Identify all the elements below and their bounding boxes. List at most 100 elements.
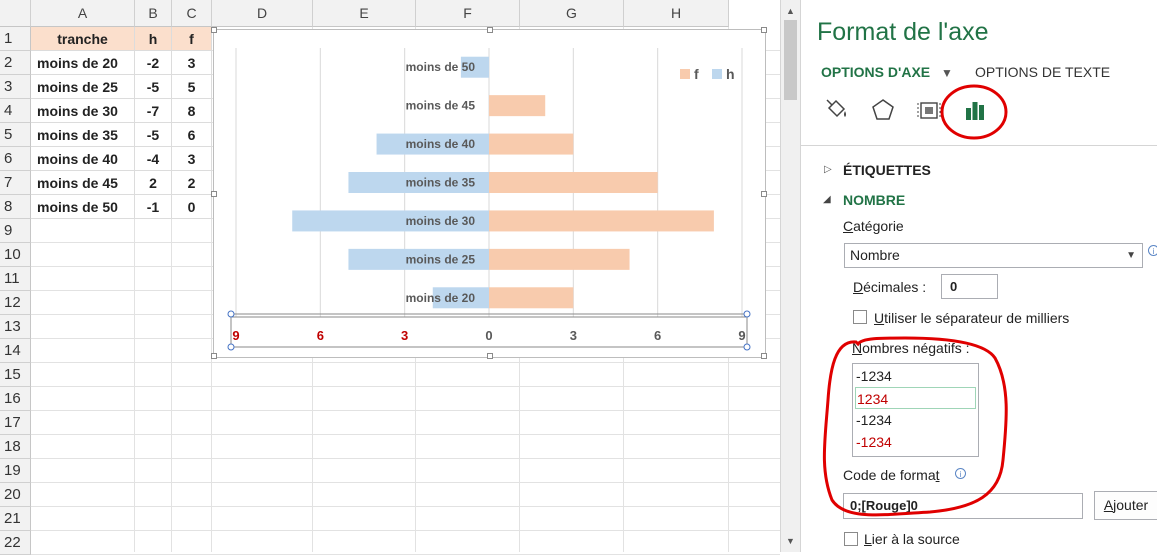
row-header-22[interactable]: 22 (0, 531, 31, 555)
row-header-6[interactable]: 6 (0, 147, 31, 171)
chart-resize-handle[interactable] (761, 353, 767, 359)
data-cell[interactable]: -1 (135, 195, 172, 219)
row-header-17[interactable]: 17 (0, 411, 31, 435)
data-cell[interactable]: moins de 50 (31, 195, 135, 219)
column-header-g[interactable]: G (520, 0, 624, 27)
row-header-5[interactable]: 5 (0, 123, 31, 147)
column-header-d[interactable]: D (212, 0, 313, 27)
row-header-7[interactable]: 7 (0, 171, 31, 195)
row-header-1[interactable]: 1 (0, 27, 31, 51)
data-cell[interactable]: moins de 30 (31, 99, 135, 123)
data-cell[interactable]: -5 (135, 123, 172, 147)
column-header-e[interactable]: E (313, 0, 416, 27)
data-cell[interactable]: 2 (172, 171, 212, 195)
data-cell[interactable]: -2 (135, 51, 172, 75)
chevron-expanded-icon[interactable]: ◢ (823, 194, 831, 205)
link-source-label[interactable]: Lier à la source (864, 531, 960, 547)
row-header-18[interactable]: 18 (0, 435, 31, 459)
dropdown-arrow-icon[interactable]: ▼ (1126, 244, 1136, 267)
fill-line-icon[interactable] (823, 96, 851, 124)
chart-resize-handle[interactable] (211, 191, 217, 197)
data-cell[interactable]: 3 (172, 147, 212, 171)
row-header-16[interactable]: 16 (0, 387, 31, 411)
row-gridline (31, 458, 780, 459)
negative-format-option[interactable]: -1234 (855, 431, 976, 453)
data-cell[interactable]: 6 (172, 123, 212, 147)
category-label: moins de 50 (406, 60, 476, 74)
row-gridline (31, 410, 780, 411)
negative-format-option[interactable]: -1234 (855, 409, 976, 431)
vertical-scrollbar[interactable]: ▲ ▼ (780, 0, 800, 552)
row-header-9[interactable]: 9 (0, 219, 31, 243)
section-number[interactable]: NOMBRE (843, 192, 905, 208)
row-header-15[interactable]: 15 (0, 363, 31, 387)
data-cell[interactable]: 0 (172, 195, 212, 219)
column-header-f[interactable]: F (416, 0, 520, 27)
category-select[interactable]: Nombre ▼ (844, 243, 1143, 268)
chart-resize-handle[interactable] (211, 27, 217, 33)
row-header-20[interactable]: 20 (0, 483, 31, 507)
panel-title: Format de l'axe (817, 18, 989, 46)
column-header-b[interactable]: B (135, 0, 172, 27)
column-header-h[interactable]: H (624, 0, 729, 27)
scroll-up-arrow[interactable]: ▲ (781, 2, 800, 20)
chevron-down-icon[interactable]: ▼ (941, 66, 953, 80)
data-cell[interactable]: moins de 40 (31, 147, 135, 171)
data-cell[interactable]: -7 (135, 99, 172, 123)
scroll-down-arrow[interactable]: ▼ (781, 532, 800, 550)
data-cell[interactable]: 5 (172, 75, 212, 99)
negative-format-option[interactable]: -1234 (855, 365, 976, 387)
info-icon-format[interactable]: i (955, 468, 966, 479)
pentagon-effects-icon[interactable] (869, 96, 897, 124)
chart-resize-handle[interactable] (761, 191, 767, 197)
data-cell[interactable]: 8 (172, 99, 212, 123)
info-icon[interactable]: i (1148, 245, 1157, 256)
thousands-separator-label[interactable]: Utiliser le séparateur de milliers (874, 310, 1069, 326)
format-code-input[interactable]: 0;[Rouge]0 (843, 493, 1083, 519)
header-cell[interactable]: h (135, 27, 172, 51)
negative-numbers-list[interactable]: -1234 1234 -1234 -1234 (852, 363, 979, 457)
tab-text-options[interactable]: OPTIONS DE TEXTE (975, 64, 1110, 80)
header-cell[interactable]: tranche (31, 27, 135, 51)
row-header-13[interactable]: 13 (0, 315, 31, 339)
decimals-input[interactable]: 0 (941, 274, 998, 299)
row-header-8[interactable]: 8 (0, 195, 31, 219)
negative-format-option[interactable]: 1234 (855, 387, 976, 409)
data-cell[interactable]: moins de 20 (31, 51, 135, 75)
scroll-thumb[interactable] (784, 20, 797, 100)
size-properties-icon[interactable] (915, 96, 943, 124)
data-cell[interactable]: 2 (135, 171, 172, 195)
chart-resize-handle[interactable] (487, 27, 493, 33)
select-all-corner[interactable] (0, 0, 31, 27)
data-cell[interactable]: 3 (172, 51, 212, 75)
add-button[interactable]: Ajouter (1094, 491, 1157, 520)
chart-resize-handle[interactable] (487, 353, 493, 359)
chevron-right-icon[interactable]: ▷ (824, 164, 832, 175)
axis-handle (743, 310, 751, 318)
column-header-a[interactable]: A (31, 0, 135, 27)
column-header-c[interactable]: C (172, 0, 212, 27)
header-cell[interactable]: f (172, 27, 212, 51)
row-header-12[interactable]: 12 (0, 291, 31, 315)
row-header-21[interactable]: 21 (0, 507, 31, 531)
row-header-10[interactable]: 10 (0, 243, 31, 267)
section-labels[interactable]: ÉTIQUETTES (843, 162, 931, 178)
data-cell[interactable]: -4 (135, 147, 172, 171)
row-header-14[interactable]: 14 (0, 339, 31, 363)
row-header-19[interactable]: 19 (0, 459, 31, 483)
data-cell[interactable]: moins de 45 (31, 171, 135, 195)
row-header-2[interactable]: 2 (0, 51, 31, 75)
row-header-3[interactable]: 3 (0, 75, 31, 99)
data-cell[interactable]: moins de 35 (31, 123, 135, 147)
bar-chart-icon[interactable] (961, 96, 989, 124)
chart-resize-handle[interactable] (211, 353, 217, 359)
chart-resize-handle[interactable] (761, 27, 767, 33)
link-source-checkbox[interactable] (844, 532, 858, 546)
row-header-11[interactable]: 11 (0, 267, 31, 291)
thousands-separator-checkbox[interactable] (853, 310, 867, 324)
data-cell[interactable]: moins de 25 (31, 75, 135, 99)
data-cell[interactable]: -5 (135, 75, 172, 99)
tab-axis-options[interactable]: OPTIONS D'AXE (821, 64, 930, 80)
row-header-4[interactable]: 4 (0, 99, 31, 123)
bar-chart[interactable]: moins de 50 moins de 45 moins de 40 moins d… (211, 27, 767, 359)
